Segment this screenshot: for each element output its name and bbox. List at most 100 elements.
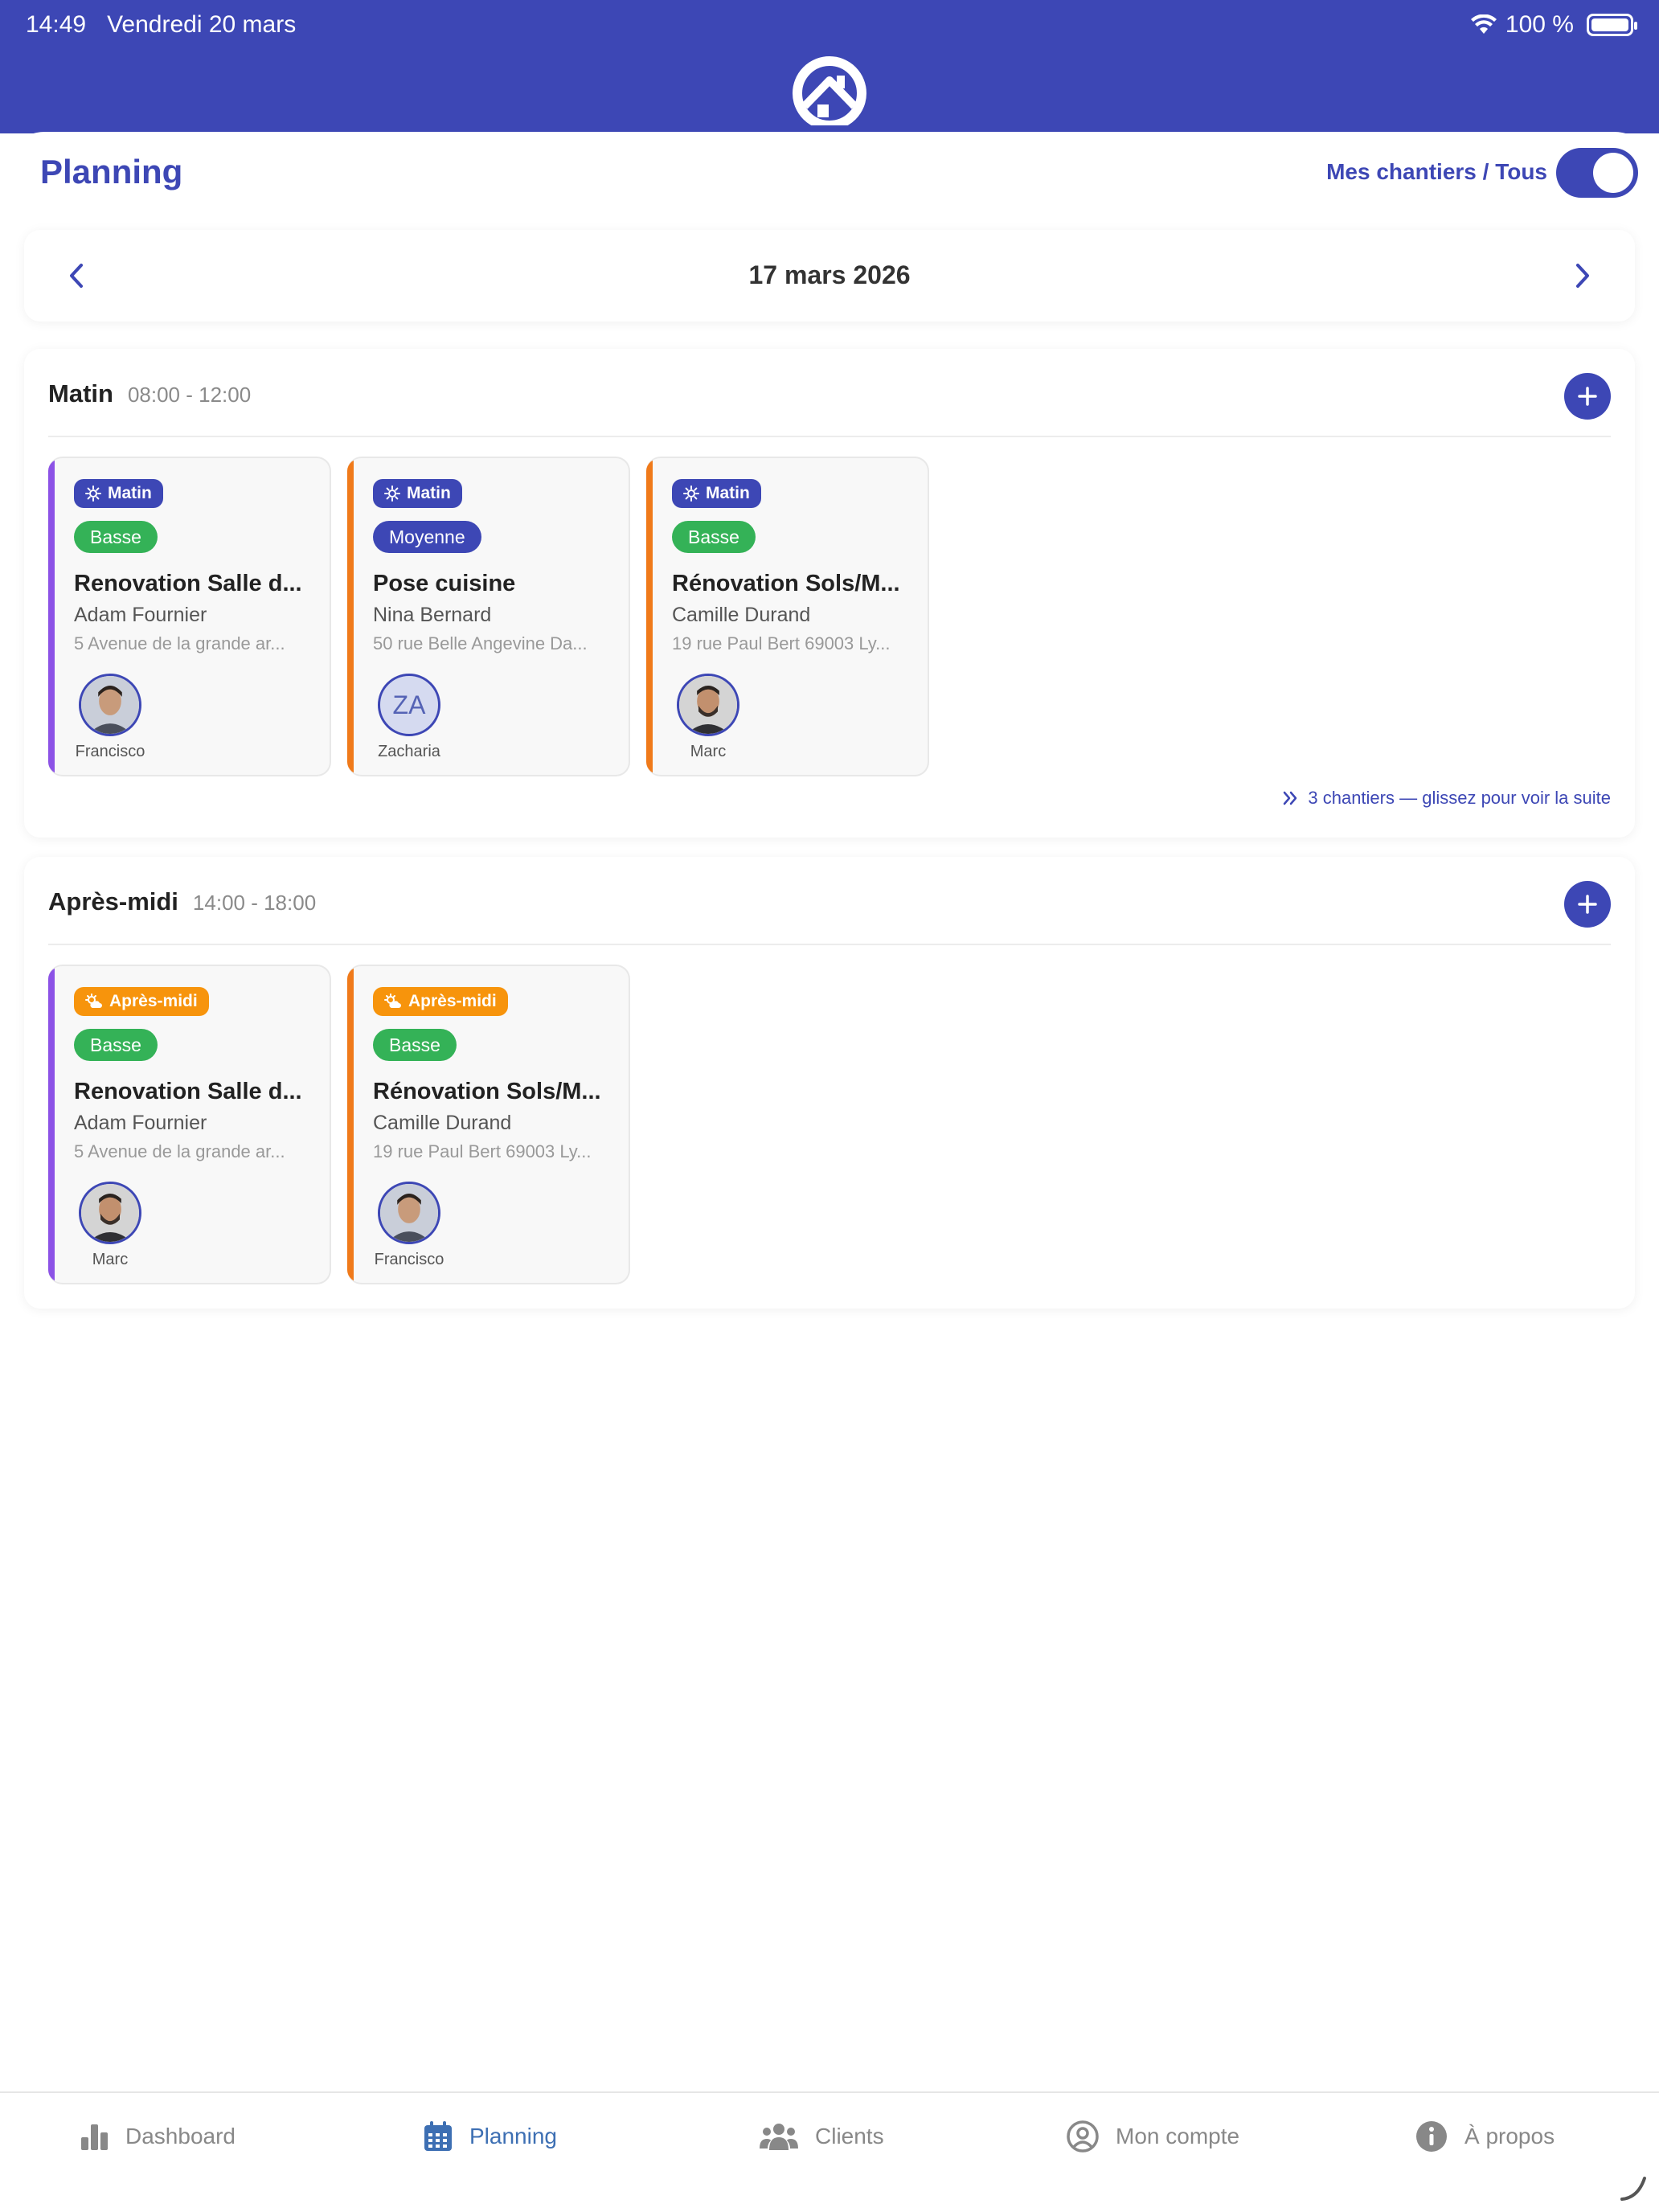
add-morning-site-button[interactable] xyxy=(1564,373,1611,420)
house-logo-icon xyxy=(793,56,866,125)
double-chevron-right-icon xyxy=(1284,791,1297,805)
avatar xyxy=(79,1182,141,1244)
tab-label: Planning xyxy=(469,2124,557,2149)
worker: Marc xyxy=(71,1182,150,1269)
tab-clients[interactable]: Clients xyxy=(759,2114,884,2159)
site-card[interactable]: Matin Basse Rénovation Sols/M... Camille… xyxy=(646,457,929,776)
next-day-button[interactable] xyxy=(1559,252,1606,299)
slot-badge: Matin xyxy=(373,479,462,508)
status-time: 14:49 xyxy=(26,11,87,38)
priority-badge: Basse xyxy=(672,521,756,553)
bottom-tab-bar: Dashboard Planning Clients Mon compte À … xyxy=(0,2091,1659,2212)
toggle-knob xyxy=(1593,153,1633,193)
battery-percent: 100 % xyxy=(1505,11,1574,38)
priority-badge: Basse xyxy=(74,1029,158,1061)
avatar xyxy=(677,674,739,736)
slot-badge: Matin xyxy=(74,479,163,508)
tab-account[interactable]: Mon compte xyxy=(1066,2114,1239,2159)
user-circle-icon xyxy=(1067,2120,1099,2153)
site-address: 5 Avenue de la grande ar... xyxy=(74,1141,285,1161)
plus-icon xyxy=(1578,387,1597,406)
divider xyxy=(48,944,1611,945)
status-bar-right: 100 % xyxy=(1470,11,1637,39)
slot-badge: Après-midi xyxy=(74,987,209,1016)
site-address: 50 rue Belle Angevine Da... xyxy=(373,633,588,653)
site-card[interactable]: Matin Moyenne Pose cuisine Nina Bernard … xyxy=(347,457,630,776)
section-header: Matin 08:00 - 12:00 xyxy=(48,379,251,408)
tab-label: Mon compte xyxy=(1116,2124,1240,2149)
scroll-indicator-icon xyxy=(1620,2177,1646,2201)
worker: Francisco xyxy=(71,674,150,761)
toggle-label: Mes chantiers / Tous xyxy=(1326,159,1547,184)
users-icon xyxy=(760,2124,798,2150)
worker: Marc xyxy=(669,674,748,761)
client-name: Camille Durand xyxy=(672,604,811,626)
worker: ZA Zacharia xyxy=(370,674,449,761)
top-bar: 14:49 Vendredi 20 mars 100 % xyxy=(0,0,1659,133)
sun-icon xyxy=(85,485,101,502)
site-address: 19 rue Paul Bert 69003 Ly... xyxy=(373,1141,592,1161)
section-header: Après-midi 14:00 - 18:00 xyxy=(48,887,316,916)
slot-label: Matin xyxy=(407,484,451,502)
site-card[interactable]: Matin Basse Renovation Salle d... Adam F… xyxy=(48,457,331,776)
client-name: Nina Bernard xyxy=(373,604,492,626)
site-title: Rénovation Sols/M... xyxy=(373,1079,601,1104)
swipe-hint-text: 3 chantiers — glissez pour voir la suite xyxy=(1308,788,1611,808)
status-date: Vendredi 20 mars xyxy=(107,11,297,38)
sun-icon xyxy=(384,485,400,502)
site-card[interactable]: Après-midi Basse Rénovation Sols/M... Ca… xyxy=(347,965,630,1284)
my-sites-toggle[interactable] xyxy=(1556,148,1638,198)
bar-chart-icon xyxy=(81,2124,108,2150)
tab-label: Clients xyxy=(815,2124,884,2149)
avatar-initials: ZA xyxy=(378,674,440,736)
site-address: 5 Avenue de la grande ar... xyxy=(74,633,285,653)
worker-name: Zacharia xyxy=(378,743,440,760)
page-title: Planning xyxy=(40,153,183,190)
divider xyxy=(48,436,1611,437)
slot-label: Après-midi xyxy=(408,992,497,1010)
slot-badge: Matin xyxy=(672,479,761,508)
site-title: Rénovation Sols/M... xyxy=(672,571,900,596)
section-morning: Matin 08:00 - 12:00 Matin Basse Renovati… xyxy=(24,349,1635,838)
worker-name: Francisco xyxy=(374,1251,444,1268)
card-stripe xyxy=(48,458,55,775)
site-title: Renovation Salle d... xyxy=(74,571,302,596)
priority-badge: Basse xyxy=(373,1029,457,1061)
calendar-icon xyxy=(424,2121,452,2151)
battery-icon xyxy=(1587,14,1637,36)
swipe-hint: 3 chantiers — glissez pour voir la suite xyxy=(1282,788,1611,809)
chevron-right-icon xyxy=(1576,264,1589,288)
client-name: Camille Durand xyxy=(373,1112,512,1134)
avatar xyxy=(79,674,141,736)
sun-icon xyxy=(683,485,699,502)
card-stripe xyxy=(48,966,55,1283)
tab-label: Dashboard xyxy=(125,2124,236,2149)
tab-planning[interactable]: Planning xyxy=(423,2114,557,2159)
section-title: Matin xyxy=(48,379,113,408)
sun-cloud-icon xyxy=(384,993,401,1008)
card-stripe xyxy=(347,458,354,775)
status-bar-left: 14:49 Vendredi 20 mars xyxy=(26,11,296,39)
card-stripe xyxy=(347,966,354,1283)
tab-label: À propos xyxy=(1464,2124,1555,2149)
add-afternoon-site-button[interactable] xyxy=(1564,881,1611,928)
worker-name: Marc xyxy=(690,743,727,760)
section-time: 14:00 - 18:00 xyxy=(192,891,317,915)
worker: Francisco xyxy=(370,1182,449,1269)
client-name: Adam Fournier xyxy=(74,604,207,626)
section-afternoon: Après-midi 14:00 - 18:00 Après-midi Bass… xyxy=(24,857,1635,1309)
sun-cloud-icon xyxy=(85,993,102,1008)
priority-badge: Basse xyxy=(74,521,158,553)
worker-name: Francisco xyxy=(75,743,145,760)
section-time: 08:00 - 12:00 xyxy=(127,383,252,407)
worker-name: Marc xyxy=(92,1251,129,1268)
card-stripe xyxy=(646,458,653,775)
slot-label: Matin xyxy=(108,484,152,502)
site-card[interactable]: Après-midi Basse Renovation Salle d... A… xyxy=(48,965,331,1284)
avatar xyxy=(378,1182,440,1244)
tab-about[interactable]: À propos xyxy=(1415,2114,1555,2159)
slot-badge: Après-midi xyxy=(373,987,508,1016)
tab-dashboard[interactable]: Dashboard xyxy=(79,2114,236,2159)
slot-label: Après-midi xyxy=(109,992,198,1010)
client-name: Adam Fournier xyxy=(74,1112,207,1134)
